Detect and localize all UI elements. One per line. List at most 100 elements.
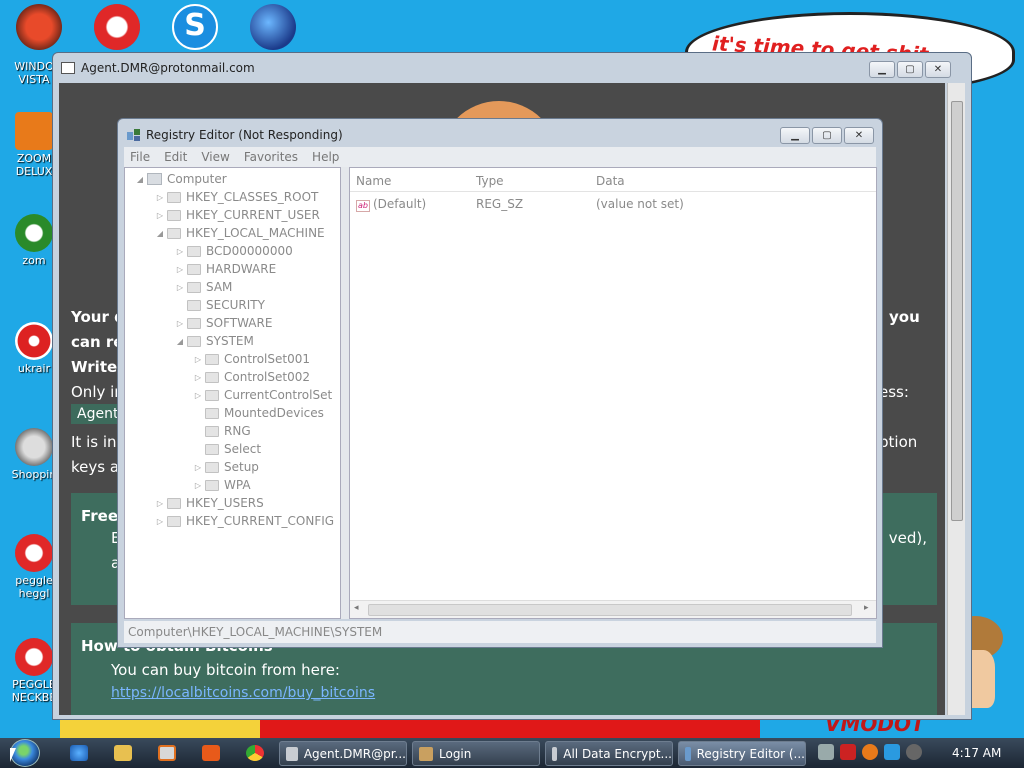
tray-volume-icon[interactable]	[906, 744, 922, 760]
tree-node-sam[interactable]: ▷ SAM	[175, 278, 232, 296]
expand-arrow-icon[interactable]: ▷	[193, 373, 203, 382]
menu-view[interactable]: View	[201, 150, 229, 164]
expand-arrow-icon[interactable]: ▷	[175, 283, 185, 292]
tree-node-label: SOFTWARE	[206, 316, 273, 330]
registry-value-row[interactable]: ab (Default) REG_SZ (value not set)	[350, 195, 876, 213]
expand-arrow-icon[interactable]: ▷	[155, 193, 165, 202]
scrollbar-thumb[interactable]	[368, 604, 852, 616]
tree-node-label: HKEY_CLASSES_ROOT	[186, 190, 319, 204]
tray-network-icon[interactable]	[884, 744, 900, 760]
card-text: You can buy bitcoin from here:	[111, 661, 340, 679]
collapse-arrow-icon[interactable]: ◢	[175, 337, 185, 346]
maximize-button[interactable]: ▢	[812, 127, 842, 144]
tree-node-label: CurrentControlSet	[224, 388, 333, 402]
tree-node-hkey-current-config[interactable]: ▷ HKEY_CURRENT_CONFIG	[155, 512, 334, 530]
skype-icon[interactable]: S	[172, 4, 218, 50]
browser-titlebar[interactable]: Agent.DMR@protonmail.com	[53, 53, 971, 83]
taskbar: Agent.DMR@pr... Login All Data Encrypt..…	[0, 738, 1024, 768]
tray-antivirus-icon[interactable]	[840, 744, 856, 760]
tree-node-setup[interactable]: ▷ Setup	[193, 458, 259, 476]
tree-node-label: HKEY_USERS	[186, 496, 264, 510]
menu-file[interactable]: File	[130, 150, 150, 164]
expand-arrow-icon[interactable]: ▷	[193, 391, 203, 400]
taskbar-item-all-data-encrypted[interactable]: All Data Encrypt...	[545, 741, 673, 766]
tree-node-hkey-local-machine[interactable]: ◢ HKEY_LOCAL_MACHINE	[155, 224, 325, 242]
expand-arrow-icon[interactable]: ▷	[175, 265, 185, 274]
minimize-button[interactable]: ▁	[780, 127, 810, 144]
tree-node-mounteddevices[interactable]: MountedDevices	[193, 404, 324, 422]
column-header-name[interactable]: Name	[356, 174, 391, 188]
tree-node-hardware[interactable]: ▷ HARDWARE	[175, 260, 276, 278]
ransom-text-line: can re	[71, 333, 124, 351]
windows-vista-icon[interactable]	[16, 4, 62, 50]
folder-icon[interactable]	[114, 745, 132, 761]
tree-node-label: RNG	[224, 424, 251, 438]
collapse-arrow-icon[interactable]: ◢	[135, 175, 145, 184]
taskbar-item-browser[interactable]: Agent.DMR@pr...	[279, 741, 407, 766]
tree-node-label: Select	[224, 442, 262, 456]
tree-node-label: SECURITY	[206, 298, 265, 312]
tree-node-hkey-users[interactable]: ▷ HKEY_USERS	[155, 494, 264, 512]
scrollbar-thumb[interactable]	[951, 101, 963, 521]
expand-arrow-icon[interactable]: ▷	[175, 247, 185, 256]
tree-node-system[interactable]: ◢ SYSTEM	[175, 332, 254, 350]
minimize-button[interactable]: ▁	[869, 61, 895, 78]
menu-favorites[interactable]: Favorites	[244, 150, 298, 164]
tree-node-controlset002[interactable]: ▷ ControlSet002	[193, 368, 310, 386]
tree-node-rng[interactable]: RNG	[193, 422, 251, 440]
scroll-right-arrow-icon[interactable]: ▸	[864, 603, 869, 613]
expand-arrow-icon[interactable]: ▷	[193, 463, 203, 472]
tree-node-currentcontrolset[interactable]: ▷ CurrentControlSet	[193, 386, 332, 404]
taskbar-item-login[interactable]: Login	[412, 741, 540, 766]
globe-icon[interactable]	[250, 4, 296, 50]
menu-help[interactable]: Help	[312, 150, 339, 164]
localbitcoins-link[interactable]: https://localbitcoins.com/buy_bitcoins	[71, 679, 937, 701]
tree-node-label: SAM	[206, 280, 233, 294]
internet-explorer-icon[interactable]	[70, 745, 88, 761]
chrome-icon[interactable]	[246, 745, 264, 761]
computer-icon	[147, 173, 162, 185]
column-header-data[interactable]: Data	[596, 174, 625, 188]
browser-scrollbar[interactable]	[947, 83, 965, 715]
tree-node-label: SYSTEM	[206, 334, 254, 348]
menu-edit[interactable]: Edit	[164, 150, 187, 164]
expand-arrow-icon[interactable]: ▷	[175, 319, 185, 328]
media-player-icon[interactable]	[158, 745, 176, 761]
tree-node-hkey-current-user[interactable]: ▷ HKEY_CURRENT_USER	[155, 206, 320, 224]
tree-node-select[interactable]: Select	[193, 440, 261, 458]
taskbar-item-registry-editor[interactable]: Registry Editor (...	[678, 741, 806, 766]
window-icon	[61, 62, 75, 74]
expand-arrow-icon[interactable]: ▷	[155, 211, 165, 220]
expand-arrow-icon[interactable]: ▷	[155, 499, 165, 508]
column-header-type[interactable]: Type	[476, 174, 504, 188]
expand-arrow-icon[interactable]: ▷	[193, 481, 203, 490]
pane-splitter[interactable]	[341, 167, 349, 619]
tree-node-software[interactable]: ▷ SOFTWARE	[175, 314, 273, 332]
taskbar-clock[interactable]: 4:17 AM	[952, 746, 1001, 760]
tray-app-icon[interactable]	[818, 744, 834, 760]
tree-node-wpa[interactable]: ▷ WPA	[193, 476, 251, 494]
peggle-icon[interactable]	[94, 4, 140, 50]
ransom-text-line: It is in	[71, 433, 117, 451]
tree-node-bcd00000000[interactable]: ▷ BCD00000000	[175, 242, 293, 260]
tray-search-icon[interactable]	[862, 744, 878, 760]
folder-icon	[205, 371, 219, 383]
tree-node-label: ControlSet002	[224, 370, 310, 384]
values-hscrollbar[interactable]: ◂ ▸	[350, 600, 876, 618]
close-button[interactable]: ✕	[844, 127, 874, 144]
tree-node-computer[interactable]: ◢ Computer	[135, 170, 227, 188]
ransom-text-line: ess:	[879, 383, 909, 401]
folder-icon	[167, 227, 181, 239]
close-button[interactable]: ✕	[925, 61, 951, 78]
expand-arrow-icon[interactable]: ▷	[193, 355, 203, 364]
tree-node-security[interactable]: SECURITY	[175, 296, 265, 314]
tree-node-controlset001[interactable]: ▷ ControlSet001	[193, 350, 310, 368]
scroll-left-arrow-icon[interactable]: ◂	[354, 603, 359, 613]
tree-node-hkey-classes-root[interactable]: ▷ HKEY_CLASSES_ROOT	[155, 188, 318, 206]
maximize-button[interactable]: ▢	[897, 61, 923, 78]
registry-values-list: Name Type Data ab (Default) REG_SZ (value…	[349, 167, 877, 619]
app-icon[interactable]	[202, 745, 220, 761]
collapse-arrow-icon[interactable]: ◢	[155, 229, 165, 238]
regedit-statusbar: Computer\HKEY_LOCAL_MACHINE\SYSTEM	[124, 621, 876, 643]
expand-arrow-icon[interactable]: ▷	[155, 517, 165, 526]
